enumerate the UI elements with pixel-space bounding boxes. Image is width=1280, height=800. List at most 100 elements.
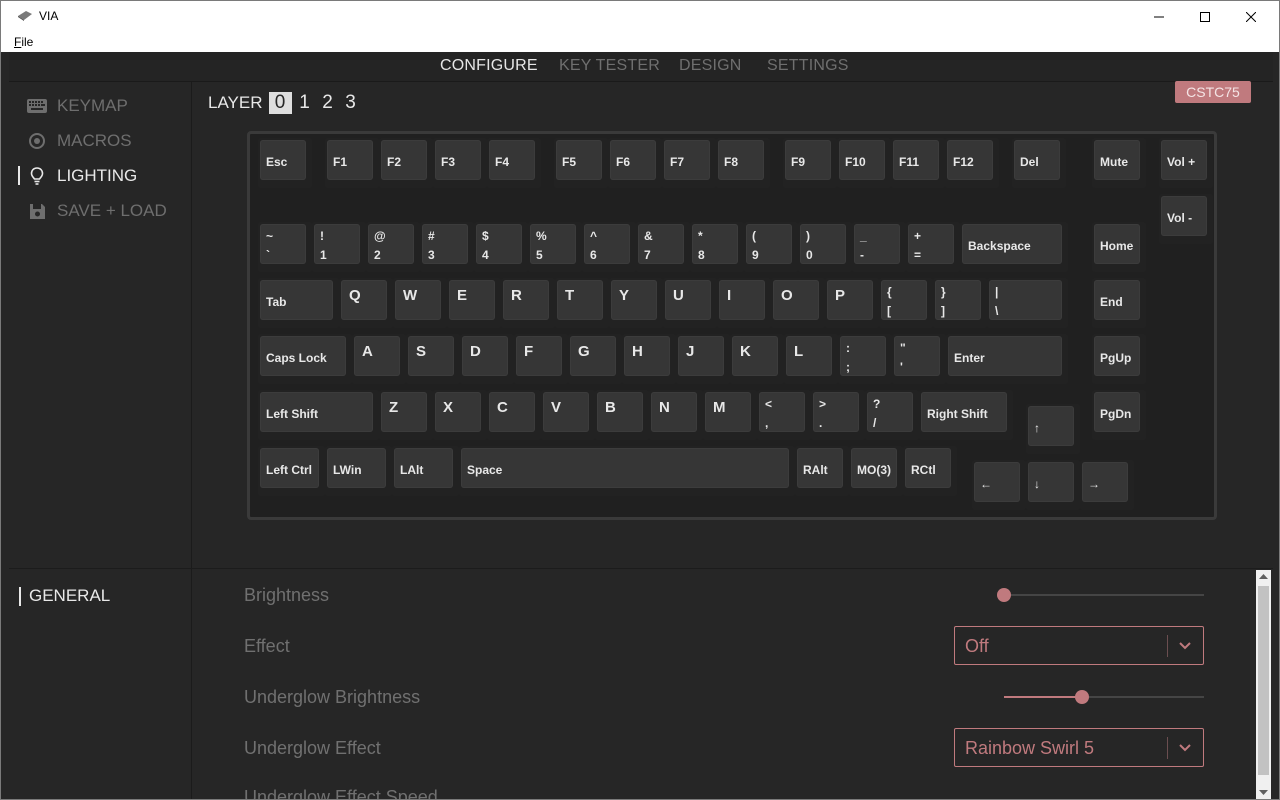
key-w[interactable]: W — [393, 278, 447, 328]
key-o[interactable]: O — [771, 278, 825, 328]
key-f3[interactable]: F3 — [433, 138, 487, 188]
key-f11[interactable]: F11 — [891, 138, 945, 188]
key-n9[interactable]: (9 — [744, 222, 798, 272]
tab-settings[interactable]: SETTINGS — [767, 57, 849, 75]
key-grave[interactable]: ~ ` — [258, 222, 312, 272]
key-f4[interactable]: F4 — [487, 138, 541, 188]
key-n2[interactable]: @2 — [366, 222, 420, 272]
key-t[interactable]: T — [555, 278, 609, 328]
key-mo3[interactable]: MO(3) — [849, 446, 903, 496]
minimize-button[interactable] — [1136, 1, 1182, 32]
underglow-effect-select[interactable]: Rainbow Swirl 5 — [954, 728, 1204, 767]
key-caps[interactable]: Caps Lock — [258, 334, 352, 384]
vertical-scrollbar[interactable] — [1256, 570, 1271, 799]
key-x[interactable]: X — [433, 390, 487, 440]
key-e[interactable]: E — [447, 278, 501, 328]
key-f8[interactable]: F8 — [716, 138, 770, 188]
brightness-slider[interactable] — [997, 588, 1204, 602]
key-right[interactable]: → — [1080, 460, 1134, 510]
key-down[interactable]: ↓ — [1026, 460, 1080, 510]
key-pgup[interactable]: PgUp — [1092, 334, 1146, 384]
key-k[interactable]: K — [730, 334, 784, 384]
key-n8[interactable]: * 8 — [690, 222, 744, 272]
key-lbr[interactable]: {[ — [879, 278, 933, 328]
key-mute[interactable]: Mute — [1092, 138, 1146, 188]
key-quote[interactable]: " ' — [892, 334, 946, 384]
key-bs[interactable]: | \ — [987, 278, 1068, 328]
key-tab[interactable]: Tab — [258, 278, 339, 328]
key-i[interactable]: I — [717, 278, 771, 328]
key-n3[interactable]: #3 — [420, 222, 474, 272]
layer-3-button[interactable]: 3 — [341, 92, 361, 114]
key-f6[interactable]: F6 — [608, 138, 662, 188]
key-f9[interactable]: F9 — [783, 138, 837, 188]
key-ralt[interactable]: RAlt — [795, 446, 849, 496]
key-m[interactable]: M — [703, 390, 757, 440]
key-lshift[interactable]: Left Shift — [258, 390, 379, 440]
key-f5[interactable]: F5 — [554, 138, 608, 188]
key-p[interactable]: P — [825, 278, 879, 328]
layer-0-button[interactable]: 0 — [268, 92, 292, 114]
key-s[interactable]: S — [406, 334, 460, 384]
underglow-brightness-slider[interactable] — [1004, 690, 1204, 704]
slider-thumb[interactable] — [1075, 690, 1089, 704]
scroll-up-arrow-icon[interactable] — [1259, 573, 1268, 579]
key-f7[interactable]: F7 — [662, 138, 716, 188]
sidebar-item-keymap[interactable]: KEYMAP — [27, 94, 128, 118]
key-voldown[interactable]: Vol - — [1159, 194, 1213, 244]
key-slash[interactable]: ? / — [865, 390, 919, 440]
key-f10[interactable]: F10 — [837, 138, 891, 188]
key-minus[interactable]: _ - — [852, 222, 906, 272]
key-comma[interactable]: <, — [757, 390, 811, 440]
key-lctrl[interactable]: Left Ctrl — [258, 446, 325, 496]
key-y[interactable]: Y — [609, 278, 663, 328]
key-a[interactable]: A — [352, 334, 406, 384]
key-semi[interactable]: :; — [838, 334, 892, 384]
key-n[interactable]: N — [649, 390, 703, 440]
sidebar-item-macros[interactable]: MACROS — [27, 129, 132, 153]
sidebar-item-lighting[interactable]: LIGHTING — [17, 164, 137, 188]
tab-key-tester[interactable]: KEY TESTER — [559, 57, 660, 75]
key-rbr[interactable]: }] — [933, 278, 987, 328]
key-left[interactable]: ← — [972, 460, 1026, 510]
key-d[interactable]: D — [460, 334, 514, 384]
scroll-down-arrow-icon[interactable] — [1259, 790, 1268, 796]
key-n0[interactable]: ) 0 — [798, 222, 852, 272]
key-n5[interactable]: % 5 — [528, 222, 582, 272]
key-v[interactable]: V — [541, 390, 595, 440]
close-button[interactable] — [1228, 1, 1274, 32]
key-home[interactable]: Home — [1092, 222, 1146, 272]
key-space[interactable]: Space — [459, 446, 795, 496]
key-eq[interactable]: + = — [906, 222, 960, 272]
key-esc[interactable]: Esc — [258, 138, 312, 188]
scrollbar-thumb[interactable] — [1258, 586, 1269, 775]
key-l[interactable]: L — [784, 334, 838, 384]
key-del[interactable]: Del — [1012, 138, 1066, 188]
effect-select[interactable]: Off — [954, 626, 1204, 665]
key-rshift[interactable]: Right Shift — [919, 390, 1013, 440]
key-z[interactable]: Z — [379, 390, 433, 440]
key-u[interactable]: U — [663, 278, 717, 328]
slider-thumb[interactable] — [997, 588, 1011, 602]
key-g[interactable]: G — [568, 334, 622, 384]
tab-general[interactable]: GENERAL — [18, 586, 110, 606]
key-c[interactable]: C — [487, 390, 541, 440]
key-n6[interactable]: ^ 6 — [582, 222, 636, 272]
key-rctl[interactable]: RCtl — [903, 446, 957, 496]
key-volup[interactable]: Vol + — [1159, 138, 1213, 188]
key-up[interactable]: ↑ — [1026, 404, 1080, 454]
layer-2-button[interactable]: 2 — [318, 92, 338, 114]
key-f12[interactable]: F12 — [945, 138, 999, 188]
key-n4[interactable]: $4 — [474, 222, 528, 272]
key-h[interactable]: H — [622, 334, 676, 384]
maximize-button[interactable] — [1182, 1, 1228, 32]
key-dot[interactable]: >. — [811, 390, 865, 440]
key-n1[interactable]: ! 1 — [312, 222, 366, 272]
key-pgdn[interactable]: PgDn — [1092, 390, 1146, 440]
key-j[interactable]: J — [676, 334, 730, 384]
key-enter[interactable]: Enter — [946, 334, 1068, 384]
tab-configure[interactable]: CONFIGURE — [440, 57, 538, 75]
tab-design[interactable]: DESIGN — [679, 57, 742, 75]
key-r[interactable]: R — [501, 278, 555, 328]
menu-file[interactable]: File — [14, 35, 33, 49]
